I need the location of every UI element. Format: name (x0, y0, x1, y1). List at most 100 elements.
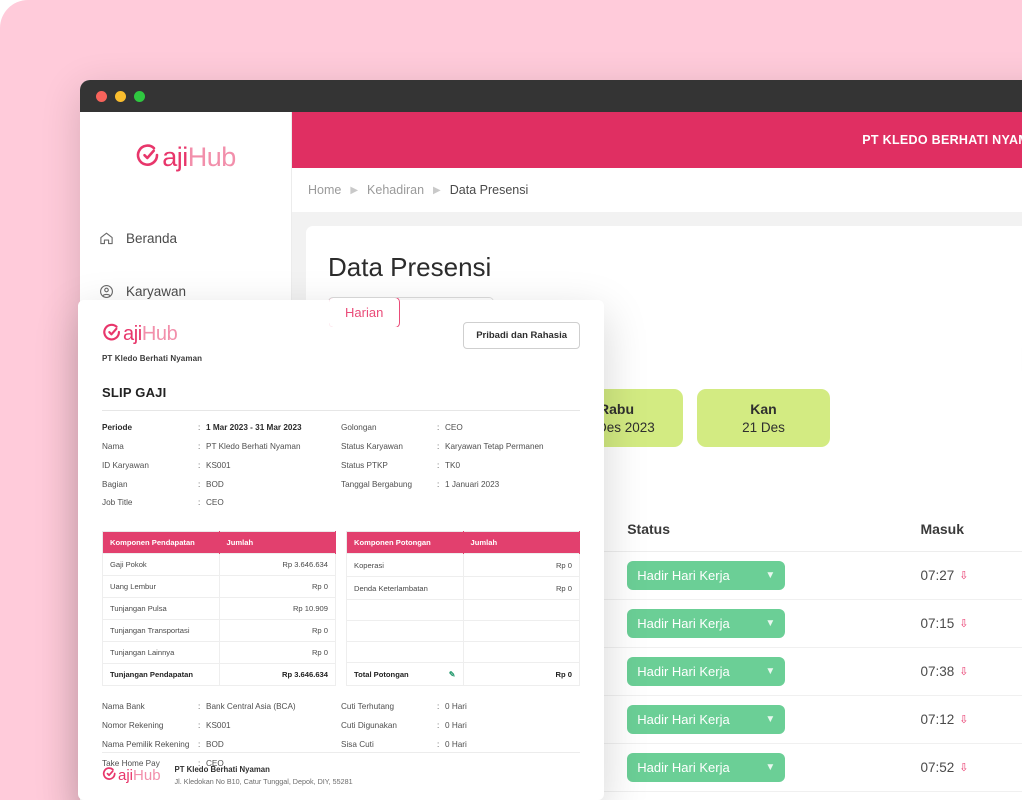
payslip-info-left: Periode:1 Mar 2023 - 31 Mar 2023 Nama: PT … (102, 423, 341, 517)
payslip-row: Uang Lembur Rp 0 (102, 575, 336, 599)
info-colon: : (437, 702, 440, 712)
logo-text-hub: Hub (187, 142, 237, 172)
column-header-status: Status (613, 511, 921, 552)
info-value: 0 Hari (445, 702, 467, 712)
payslip-info-grid: Periode:1 Mar 2023 - 31 Mar 2023 Nama: PT … (102, 423, 580, 517)
info-row: Status Karyawan: Karyawan Tetap Permanen (341, 442, 580, 452)
info-row: Bagian: BOD (102, 480, 341, 490)
user-circle-icon (98, 283, 114, 299)
payslip-footer-logo-hub: Hub (133, 767, 161, 784)
info-row: Tanggal Bergabung:1 Januari 2023 (341, 480, 580, 490)
home-icon (98, 230, 114, 246)
pribadi-dan-rahasia-button[interactable]: Pribadi dan Rahasia (463, 322, 580, 349)
info-value: 1 Mar 2023 - 31 Mar 2023 (206, 423, 302, 432)
cell-masuk: 07:12 ⇩ (920, 695, 1022, 744)
window-minimize-button[interactable] (115, 90, 126, 102)
chevron-down-icon[interactable]: ▼ (765, 666, 775, 677)
info-key: Periode (102, 423, 133, 432)
cell-status: Hadir Hari Kerja ▼ (613, 743, 921, 792)
chevron-down-icon[interactable]: ▼ (765, 570, 775, 581)
row-label: Uang Lembur (102, 575, 220, 599)
cell-masuk: 07:38 ⇩ (920, 647, 1022, 696)
breadcrumb-separator-icon: ▶ (433, 184, 441, 196)
breadcrumb-item-current: Data Presensi (449, 183, 529, 197)
row-label: Tunjangan Transportasi (102, 619, 220, 643)
gajihub-logo-icon (102, 766, 117, 786)
info-row: Status PTKP: TK0 (341, 461, 580, 471)
info-row: Nama Pemilik Rekening: BOD (102, 740, 341, 750)
breadcrumb-item-home[interactable]: Home (308, 183, 341, 197)
day-card-kamis[interactable]: Kan 21 Des (697, 389, 830, 447)
info-colon: : (198, 702, 201, 712)
info-value: BOD (206, 479, 224, 489)
info-row: ID Karyawan: KS001 (102, 461, 341, 471)
info-key: Sisa Cuti (341, 739, 374, 749)
status-pill[interactable]: Hadir Hari Kerja ▼ (627, 753, 786, 782)
status-pill[interactable]: Hadir Hari Kerja ▼ (627, 609, 786, 638)
status-pill[interactable]: Hadir Hari Kerja ▼ (627, 561, 786, 590)
breadcrumb-item-kehadiran[interactable]: Kehadiran (367, 183, 424, 197)
masuk-time: 07:12 (920, 712, 955, 727)
info-key: Tanggal Bergabung (341, 479, 413, 489)
payslip-row: Koperasi Rp 0 (346, 553, 580, 578)
info-row: Nama: PT Kledo Berhati Nyaman (102, 442, 341, 452)
info-colon: : (198, 721, 201, 731)
row-amount: Rp 0 (462, 576, 580, 601)
info-colon: : (198, 423, 201, 432)
topbar-company-title: PT KLEDO BERHATI NYAMAN TE (862, 133, 1022, 147)
payslip-footer-logo-gaji: aji (118, 767, 134, 784)
tab-harian[interactable]: Harian (328, 298, 401, 327)
info-value: TK0 (445, 460, 461, 470)
payslip-company-name: PT Kledo Berhati Nyaman (102, 354, 203, 363)
chevron-down-icon[interactable]: ▼ (765, 618, 775, 629)
deduction-table-header-row: Komponen Potongan Jumlah (346, 531, 580, 554)
info-colon: : (198, 498, 201, 508)
status-pill[interactable]: Hadir Hari Kerja ▼ (627, 705, 786, 734)
info-value: Karyawan Tetap Permanen (445, 441, 544, 451)
window-maximize-button[interactable] (134, 90, 145, 102)
page-corner-notch (0, 0, 28, 28)
info-value: CEO (445, 423, 463, 432)
info-key: Status Karyawan (341, 441, 403, 451)
cell-status: Hadir Hari Kerja ▼ (613, 551, 921, 600)
total-amount: Rp 0 (462, 662, 580, 687)
chevron-down-icon[interactable]: ▼ (765, 714, 775, 725)
info-colon: : (437, 479, 440, 489)
sidebar-brand[interactable]: ajiHub (80, 112, 291, 173)
status-label: Hadir Hari Kerja (637, 712, 730, 727)
payslip-logo-gaji: aji (123, 323, 142, 345)
arrow-down-icon: ⇩ (959, 714, 969, 726)
payslip-row (346, 599, 580, 622)
chevron-down-icon[interactable]: ▼ (765, 762, 775, 773)
row-label (346, 599, 464, 622)
status-pill[interactable]: Hadir Hari Kerja ▼ (627, 657, 786, 686)
payslip-info-right: Golongan: CEO Status Karyawan: Karyawan Tet… (341, 423, 580, 517)
sidebar-item-label: Karyawan (126, 283, 187, 299)
day-name: Kan (750, 401, 777, 417)
total-amount: Rp 3.646.634 (218, 663, 336, 687)
deduction-table: Komponen Potongan Jumlah Koperasi Rp 0 Den… (346, 531, 580, 687)
app-topbar: PT KLEDO BERHATI NYAMAN TE (292, 112, 1022, 168)
row-label (346, 620, 464, 643)
payslip-row: Gaji Pokok Rp 3.646.634 (102, 553, 336, 577)
masuk-time: 07:27 (920, 568, 955, 583)
masuk-time: 07:15 (920, 616, 955, 631)
info-row: Periode:1 Mar 2023 - 31 Mar 2023 (102, 423, 341, 433)
info-colon: : (198, 479, 201, 489)
info-row: Nomor Rekening: KS001 (102, 721, 341, 731)
info-colon: : (437, 739, 440, 749)
sidebar-item-beranda[interactable]: Beranda (80, 221, 291, 255)
info-value: PT Kledo Berhati Nyaman (206, 441, 301, 451)
payslip-row (346, 641, 580, 664)
row-amount (462, 620, 580, 643)
cell-masuk: 07:52 ⇩ (920, 743, 1022, 792)
deduction-col-komponen: Komponen Potongan (346, 531, 464, 554)
edit-icon[interactable]: ✎ (449, 670, 456, 679)
info-value: BOD (206, 739, 224, 749)
status-label: Hadir Hari Kerja (637, 664, 730, 679)
payslip-footer: ajiHub PT Kledo Berhati Nyaman Jl. Kledo… (102, 752, 580, 800)
row-label: Koperasi (346, 553, 464, 578)
info-colon: : (437, 423, 440, 432)
row-label (346, 641, 464, 664)
window-close-button[interactable] (96, 90, 107, 102)
